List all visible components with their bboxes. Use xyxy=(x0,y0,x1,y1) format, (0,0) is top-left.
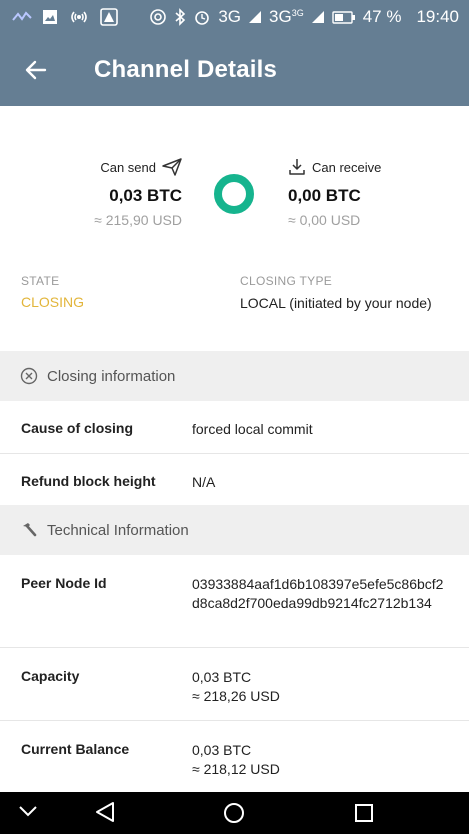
info-row-cause: Cause of closing forced local commit xyxy=(0,401,469,454)
can-send-amount: 0,03 BTC xyxy=(109,186,182,205)
state-label: STATE xyxy=(21,274,60,288)
balance-donut-chart xyxy=(214,174,254,214)
technical-info-title: Technical Information xyxy=(47,521,189,539)
chevron-down-icon xyxy=(19,806,37,817)
can-send-fiat: ≈ 215,90 USD xyxy=(94,212,182,228)
alarm-icon xyxy=(193,8,211,26)
channel-summary: Can send 0,03 BTC ≈ 215,90 USD Can recei… xyxy=(0,106,469,351)
close-circle-icon xyxy=(20,367,38,385)
capacity-fiat: ≈ 218,26 USD xyxy=(192,688,280,704)
arrow-left-icon xyxy=(25,60,47,80)
refund-height-value: N/A xyxy=(192,474,216,490)
can-send-label: Can send xyxy=(100,159,156,175)
page-title: Channel Details xyxy=(94,56,278,83)
current-balance-value: 0,03 BTC ≈ 218,12 USD xyxy=(192,741,454,779)
send-icon xyxy=(162,158,182,176)
nav-hide-button[interactable] xyxy=(18,804,38,818)
can-send-block: Can send 0,03 BTC ≈ 215,90 USD xyxy=(0,158,182,228)
refund-height-key: Refund block height xyxy=(21,473,156,489)
nav-back-button[interactable] xyxy=(94,801,116,823)
signal-icon xyxy=(248,10,262,24)
clock: 19:40 xyxy=(416,7,459,26)
status-bar: 3G 3G 3G 47 % 19:40 xyxy=(0,0,469,34)
closing-info-header: Closing information xyxy=(0,351,469,401)
square-recents-icon xyxy=(355,804,373,822)
nfc-icon xyxy=(149,8,167,26)
peer-node-key: Peer Node Id xyxy=(21,575,107,591)
nav-home-button[interactable] xyxy=(223,802,245,824)
capacity-value: 0,03 BTC ≈ 218,26 USD xyxy=(192,668,454,706)
home-circle-icon xyxy=(224,803,244,823)
closing-type-label: CLOSING TYPE xyxy=(240,274,333,288)
technical-info-header: Technical Information xyxy=(0,505,469,555)
system-nav-bar xyxy=(0,792,469,834)
image-icon xyxy=(42,9,58,25)
cause-key: Cause of closing xyxy=(21,420,134,436)
network-badge: 3G xyxy=(291,8,304,18)
nav-recents-button[interactable] xyxy=(354,803,374,823)
current-balance-fiat: ≈ 218,12 USD xyxy=(192,761,280,777)
back-button[interactable] xyxy=(22,56,50,84)
can-receive-block: Can receive 0,00 BTC ≈ 0,00 USD xyxy=(288,158,458,228)
state-block: STATE CLOSING xyxy=(21,274,84,310)
closing-info-title: Closing information xyxy=(47,367,176,385)
closing-type-block: CLOSING TYPE LOCAL (initiated by your no… xyxy=(240,274,440,313)
signal-icon xyxy=(311,10,325,24)
can-receive-fiat: ≈ 0,00 USD xyxy=(288,212,361,228)
battery-level: 47 % xyxy=(362,7,402,26)
app-logo-icon xyxy=(100,8,118,26)
closing-type-value: LOCAL (initiated by your node) xyxy=(240,295,432,311)
info-row-refund-height: Refund block height N/A xyxy=(0,454,469,505)
capacity-btc: 0,03 BTC xyxy=(192,669,252,685)
app-bar: Channel Details xyxy=(0,34,469,106)
bluetooth-icon xyxy=(174,8,186,26)
capacity-key: Capacity xyxy=(21,668,80,684)
hammer-icon xyxy=(20,521,38,539)
can-receive-amount: 0,00 BTC xyxy=(288,186,361,205)
current-balance-btc: 0,03 BTC xyxy=(192,742,252,758)
can-receive-label: Can receive xyxy=(312,159,382,175)
state-value: CLOSING xyxy=(21,294,85,310)
info-row-peer-node: Peer Node Id 03933884aaf1d6b108397e5efe5… xyxy=(0,555,469,648)
network-type-a: 3G xyxy=(218,7,241,26)
info-row-capacity: Capacity 0,03 BTC ≈ 218,26 USD xyxy=(0,648,469,721)
download-icon xyxy=(289,159,305,175)
app-notification-icon xyxy=(12,11,32,23)
triangle-back-icon xyxy=(96,802,114,822)
cause-value: forced local commit xyxy=(192,421,313,437)
battery-icon xyxy=(332,10,356,24)
network-type-b: 3G xyxy=(269,7,292,26)
info-row-current-balance: Current Balance 0,03 BTC ≈ 218,12 USD xyxy=(0,721,469,792)
peer-node-value: 03933884aaf1d6b108397e5efe5c86bcf2d8ca8d… xyxy=(192,576,444,611)
current-balance-key: Current Balance xyxy=(21,741,130,757)
hotspot-icon xyxy=(68,9,90,25)
